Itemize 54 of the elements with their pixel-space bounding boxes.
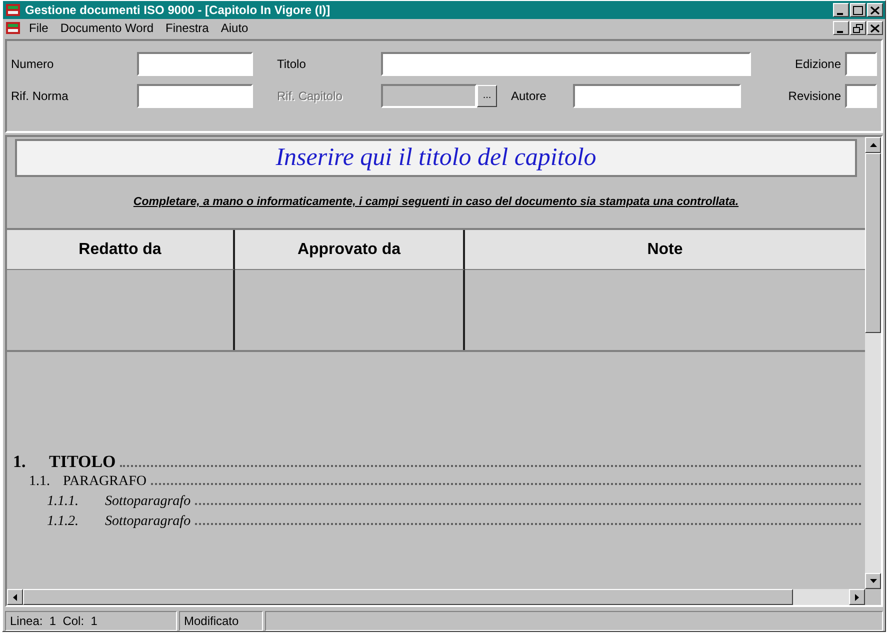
minimize-button[interactable] (833, 21, 849, 35)
minimize-icon (837, 12, 843, 14)
instruction-text: Completare, a mano o informaticamente, i campi seguenti in caso del documento sia stampata una controllata. (132, 195, 740, 210)
field-label: Rif. Norma (11, 88, 70, 105)
text-field[interactable] (137, 84, 253, 108)
toc-number: 1.1.1. (47, 493, 80, 511)
toc-number: 1.1.2. (47, 513, 80, 531)
status-panel: Modificato (179, 611, 263, 631)
field-label: Autore (511, 88, 548, 105)
scroll-up-icon (870, 143, 876, 147)
close-button[interactable] (867, 21, 883, 35)
minimize-button[interactable] (833, 3, 849, 17)
column-header: Redatto da (7, 230, 235, 270)
scroll-right-icon (855, 594, 859, 600)
status-panel: Linea: 1 Col: 1 (5, 611, 177, 631)
text-field[interactable] (573, 84, 741, 108)
field-label: Titolo (277, 56, 307, 73)
text-field[interactable] (845, 52, 877, 76)
text-field[interactable] (381, 52, 751, 76)
app-icon (5, 3, 21, 17)
window-title: Gestione documenti ISO 9000 - [Capitolo In Vigore (I)] (25, 2, 332, 19)
close-icon (870, 6, 880, 14)
field-label: Edizione (794, 56, 841, 73)
close-icon (870, 24, 880, 32)
toc-title: Sottoparagrafo (105, 513, 191, 531)
toc-title: Sottoparagrafo (105, 493, 191, 511)
scroll-down-icon (870, 579, 876, 583)
menu-item[interactable]: Aiuto (216, 19, 252, 37)
text-field[interactable] (845, 84, 877, 108)
minimize-icon (837, 30, 843, 32)
close-button[interactable] (867, 3, 883, 17)
menu-item[interactable]: File (25, 19, 52, 37)
restore-icon (853, 24, 863, 32)
maximize-button[interactable] (850, 3, 866, 17)
toc-title: PARAGRAFO (63, 473, 147, 491)
maximize-icon (853, 6, 863, 14)
toc-title: TITOLO (49, 452, 116, 472)
menu-item[interactable]: Finestra (162, 19, 213, 37)
chapter-title: Inserire qui il titolo del capitolo (15, 139, 857, 177)
horizontal-scrollbar[interactable] (7, 589, 865, 605)
field-label: Revisione (788, 88, 841, 105)
toc-number: 1.1. (29, 473, 51, 491)
scroll-left-icon (13, 594, 17, 600)
field-label: Rif. Capitolo (277, 88, 344, 105)
text-field[interactable] (137, 52, 253, 76)
menu-item[interactable]: Documento Word (56, 19, 158, 37)
restore-button[interactable] (850, 21, 866, 35)
document-icon (5, 21, 21, 35)
vertical-scrollbar[interactable] (865, 137, 881, 589)
toc-number: 1. (13, 452, 27, 472)
column-header: Note (465, 230, 865, 270)
browse-button[interactable]: ... (477, 85, 497, 107)
column-header: Approvato da (235, 230, 465, 270)
field-label: Numero (11, 56, 55, 73)
